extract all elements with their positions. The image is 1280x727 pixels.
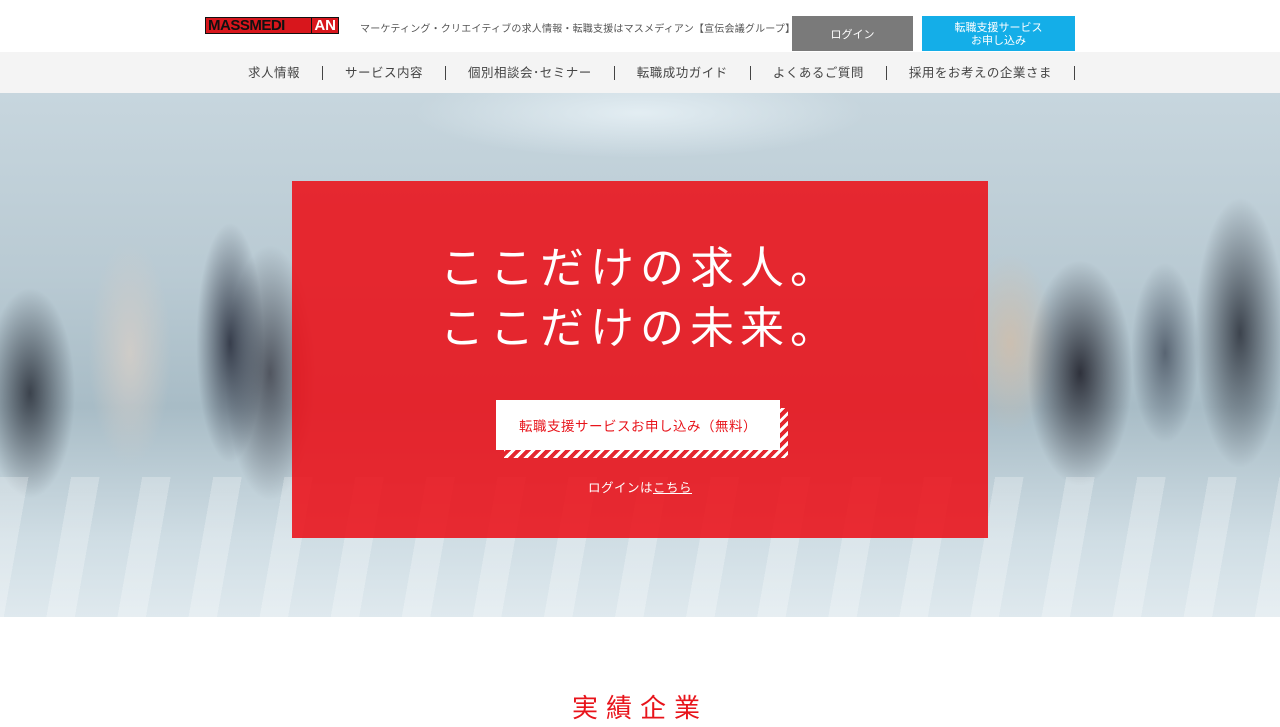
nav-list: 求人情報 サービス内容 個別相談会･セミナー 転職成功ガイド よくあるご質問 採…: [226, 52, 1075, 93]
hero-headline-line1: ここだけの求人。: [440, 243, 840, 294]
nav-item-jobs[interactable]: 求人情報: [226, 65, 324, 80]
apply-button-line1: 転職支援サービス: [954, 20, 1043, 34]
global-nav: 求人情報 サービス内容 個別相談会･セミナー 転職成功ガイド よくあるご質問 採…: [0, 52, 1280, 93]
login-button[interactable]: ログイン: [792, 16, 913, 51]
logo-text-an: AN: [311, 18, 338, 33]
hero-banner: ここだけの求人。 ここだけの未来。 転職支援サービスお申し込み（無料） ログイン…: [0, 93, 1280, 617]
nav-item-career-guide[interactable]: 転職成功ガイド: [615, 65, 751, 80]
nav-item-faq[interactable]: よくあるご質問: [751, 65, 887, 80]
hero-login-text: ログインはこちら: [292, 477, 988, 496]
header-tagline: マーケティング・クリエイティブの求人情報・転職支援はマスメディアン【宣伝会議グル…: [360, 24, 796, 35]
massmedian-logo[interactable]: MASSMEDI AN: [205, 17, 339, 34]
nav-item-seminars[interactable]: 個別相談会･セミナー: [446, 65, 615, 80]
hero-login-prefix: ログインは: [587, 480, 653, 495]
section-title-clients: 実績企業: [571, 694, 708, 724]
nav-item-services[interactable]: サービス内容: [323, 65, 447, 80]
apply-button-line2: お申し込み: [971, 33, 1026, 47]
hero-login-link[interactable]: こちら: [653, 480, 692, 495]
hero-apply-button[interactable]: 転職支援サービスお申し込み（無料）: [496, 400, 780, 450]
hero-cta-wrapper: 転職支援サービスお申し込み（無料）: [496, 400, 788, 458]
nav-item-employers[interactable]: 採用をお考えの企業さま: [887, 65, 1075, 80]
hero-headline: ここだけの求人。 ここだけの未来。: [292, 239, 988, 359]
logo-text-mass: MASSMEDI: [206, 18, 312, 33]
site-header: MASSMEDI AN マーケティング・クリエイティブの求人情報・転職支援はマス…: [0, 0, 1280, 52]
hero-red-panel: ここだけの求人。 ここだけの未来。 転職支援サービスお申し込み（無料） ログイン…: [292, 181, 988, 538]
apply-service-button[interactable]: 転職支援サービス お申し込み: [922, 16, 1075, 51]
hero-headline-line2: ここだけの未来。: [440, 303, 840, 354]
